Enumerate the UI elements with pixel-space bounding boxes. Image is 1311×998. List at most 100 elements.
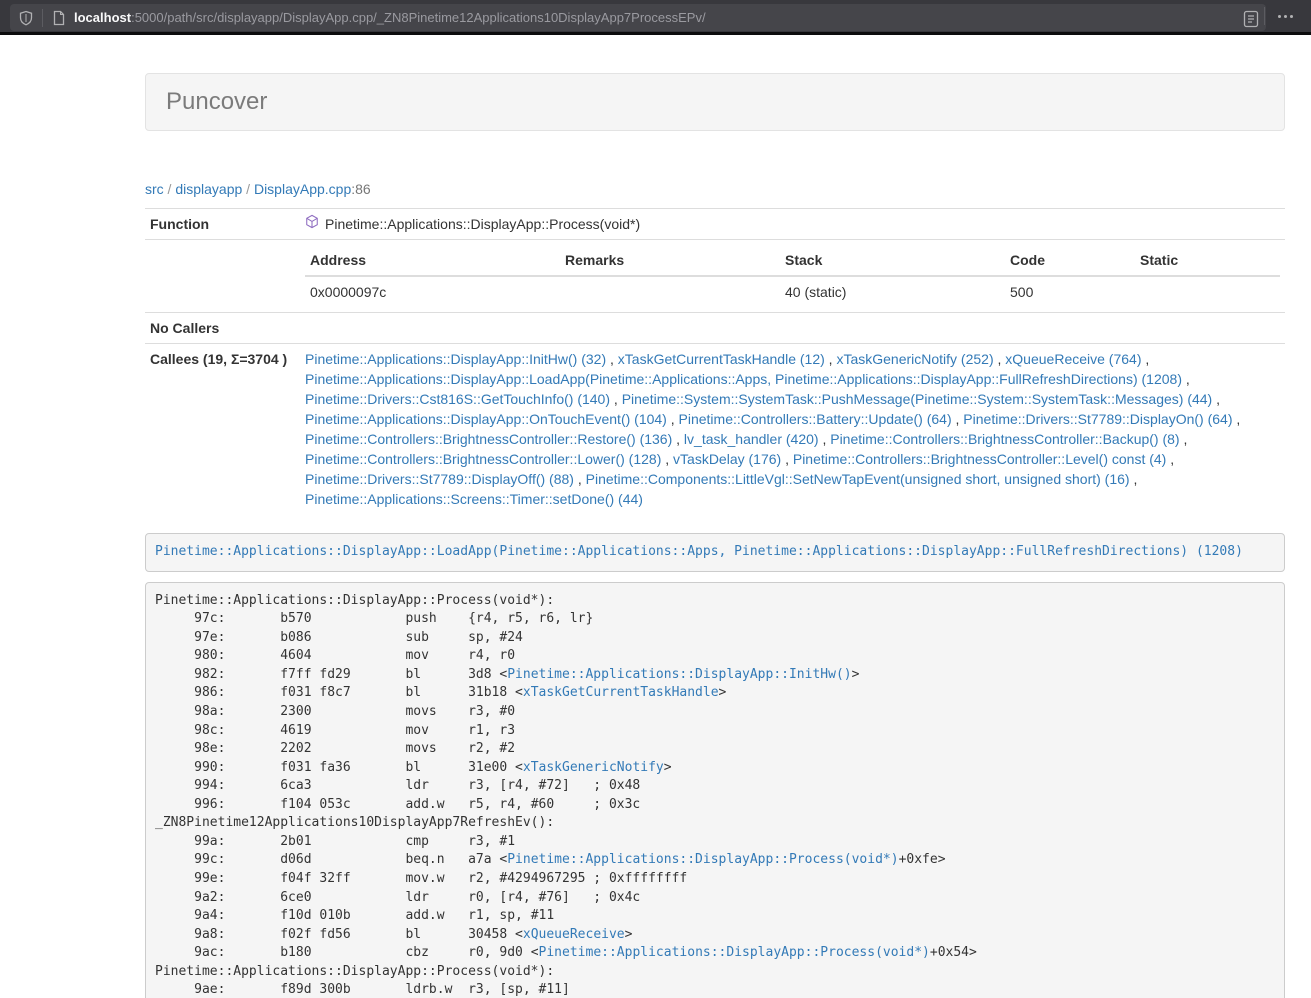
callee-link[interactable]: Pinetime::Applications::DisplayApp::OnTo… — [305, 411, 667, 427]
code-line: 98a: 2300 movs r3, #0 — [155, 703, 1275, 722]
col-code: Code — [1005, 245, 1135, 276]
code-line: 99c: d06d beq.n a7a <Pinetime::Applicati… — [155, 851, 1275, 870]
code-symbol-link[interactable]: xQueueReceive — [523, 927, 625, 942]
code-symbol-link[interactable]: Pinetime::Applications::DisplayApp::Proc… — [507, 852, 898, 867]
code-line: 9a8: f02f fd56 bl 30458 <xQueueReceive> — [155, 926, 1275, 945]
callee-link[interactable]: Pinetime::Drivers::St7789::DisplayOff() … — [305, 471, 574, 487]
callee-link[interactable]: lv_task_handler (420) — [684, 431, 819, 447]
callee-link[interactable]: xQueueReceive (764) — [1005, 351, 1141, 367]
callee-separator: , — [994, 351, 1006, 367]
callee-separator: , — [1141, 351, 1149, 367]
shield-icon[interactable] — [18, 10, 34, 26]
remarks-value — [560, 276, 780, 307]
col-stack: Stack — [780, 245, 1005, 276]
no-callers-row: No Callers — [145, 313, 1285, 344]
callee-separator: , — [819, 431, 831, 447]
code-line: 990: f031 fa36 bl 31e00 <xTaskGenericNot… — [155, 759, 1275, 778]
callee-link[interactable]: vTaskDelay (176) — [673, 451, 781, 467]
code-line: 97e: b086 sub sp, #24 — [155, 629, 1275, 648]
code-line: 986: f031 f8c7 bl 31b18 <xTaskGetCurrent… — [155, 684, 1275, 703]
col-static: Static — [1135, 245, 1280, 276]
code-line: 980: 4604 mov r4, r0 — [155, 647, 1275, 666]
reader-mode-icon[interactable] — [1242, 10, 1258, 26]
code-line: 98c: 4619 mov r1, r3 — [155, 722, 1275, 741]
disassembly-block: Pinetime::Applications::DisplayApp::Proc… — [145, 582, 1285, 998]
callee-link[interactable]: Pinetime::Controllers::Battery::Update()… — [679, 411, 952, 427]
code-symbol-link[interactable]: Pinetime::Applications::DisplayApp::Init… — [507, 667, 851, 682]
code-symbol-link[interactable]: Pinetime::Applications::DisplayApp::Proc… — [539, 945, 930, 960]
url-host: localhost — [74, 10, 131, 25]
function-name-text: Pinetime::Applications::DisplayApp::Proc… — [325, 214, 640, 234]
largest-symbol-link[interactable]: Pinetime::Applications::DisplayApp::Load… — [155, 544, 1243, 559]
menu-ellipsis-icon[interactable] — [1278, 15, 1293, 18]
stack-value: 40 (static) — [780, 276, 1005, 307]
callee-link[interactable]: Pinetime::Controllers::BrightnessControl… — [830, 431, 1179, 447]
callee-separator: , — [1212, 391, 1220, 407]
breadcrumb-separator: / — [242, 181, 254, 197]
code-line: 97c: b570 push {r4, r5, r6, lr} — [155, 610, 1275, 629]
breadcrumb: src / displayapp / DisplayApp.cpp:86 — [145, 179, 1285, 199]
callee-link[interactable]: Pinetime::System::SystemTask::PushMessag… — [622, 391, 1213, 407]
callee-link[interactable]: xTaskGetCurrentTaskHandle (12) — [618, 351, 825, 367]
code-line: 9ae: f89d 300b ldrb.w r3, [sp, #11] — [155, 981, 1275, 998]
callee-separator: , — [1130, 471, 1138, 487]
callees-label: Callees (19, Σ=3704 ) — [145, 344, 300, 515]
url-path: :5000/path/src/displayapp/DisplayApp.cpp… — [131, 10, 706, 25]
callee-link[interactable]: Pinetime::Drivers::Cst816S::GetTouchInfo… — [305, 391, 610, 407]
breadcrumb-separator: / — [164, 181, 176, 197]
breadcrumb-line-number: :86 — [351, 181, 370, 197]
callee-separator: , — [610, 391, 622, 407]
function-name: Pinetime::Applications::DisplayApp::Proc… — [305, 214, 640, 234]
callee-separator: , — [781, 451, 793, 467]
brand-link[interactable]: Puncover — [166, 88, 267, 115]
callee-separator: , — [661, 451, 673, 467]
callees-list: Pinetime::Applications::DisplayApp::Init… — [300, 344, 1285, 515]
callee-separator: , — [606, 351, 618, 367]
code-line: 99e: f04f 32ff mov.w r2, #4294967295 ; 0… — [155, 870, 1275, 889]
callee-separator: , — [1166, 451, 1174, 467]
callee-separator: , — [1180, 431, 1188, 447]
url-text[interactable]: localhost:5000/path/src/displayapp/Displ… — [74, 10, 1242, 25]
callee-link[interactable]: Pinetime::Applications::Screens::Timer::… — [305, 491, 643, 507]
urlbar-divider — [42, 9, 43, 27]
code-symbol-link[interactable]: xTaskGetCurrentTaskHandle — [523, 685, 719, 700]
symbol-cube-icon — [305, 214, 319, 234]
callee-link[interactable]: Pinetime::Controllers::BrightnessControl… — [305, 451, 661, 467]
col-address: Address — [305, 245, 560, 276]
toolbar-divider — [1264, 7, 1265, 25]
no-callers-label: No Callers — [145, 313, 300, 344]
code-line: 982: f7ff fd29 bl 3d8 <Pinetime::Applica… — [155, 666, 1275, 685]
callee-link[interactable]: Pinetime::Applications::DisplayApp::Load… — [305, 371, 1182, 387]
code-line: 9a4: f10d 010b add.w r1, sp, #11 — [155, 907, 1275, 926]
callee-link[interactable]: Pinetime::Applications::DisplayApp::Init… — [305, 351, 606, 367]
address-bar[interactable]: localhost:5000/path/src/displayapp/Displ… — [10, 4, 1266, 31]
browser-toolbar: localhost:5000/path/src/displayapp/Displ… — [0, 0, 1311, 35]
code-line: Pinetime::Applications::DisplayApp::Proc… — [155, 592, 1275, 611]
address-value: 0x0000097c — [305, 276, 560, 307]
metrics-row: Address Remarks Stack Code Static 0x0000… — [145, 240, 1285, 313]
largest-symbol-banner: Pinetime::Applications::DisplayApp::Load… — [145, 533, 1285, 572]
function-label: Function — [145, 209, 300, 240]
breadcrumb-link[interactable]: src — [145, 181, 164, 197]
callee-link[interactable]: xTaskGenericNotify (252) — [836, 351, 993, 367]
code-symbol-link[interactable]: xTaskGenericNotify — [523, 760, 664, 775]
callee-separator: , — [825, 351, 837, 367]
page-content: Puncover src / displayapp / DisplayApp.c… — [145, 73, 1285, 998]
callee-separator: , — [1233, 411, 1241, 427]
code-line: Pinetime::Applications::DisplayApp::Proc… — [155, 963, 1275, 982]
callee-separator: , — [574, 471, 586, 487]
breadcrumb-link[interactable]: displayapp — [175, 181, 242, 197]
callee-link[interactable]: Pinetime::Controllers::BrightnessControl… — [305, 431, 672, 447]
callees-row: Callees (19, Σ=3704 ) Pinetime::Applicat… — [145, 344, 1285, 515]
metrics-table: Address Remarks Stack Code Static 0x0000… — [305, 245, 1280, 307]
callee-link[interactable]: Pinetime::Drivers::St7789::DisplayOn() (… — [963, 411, 1232, 427]
code-line: 996: f104 053c add.w r5, r4, #60 ; 0x3c — [155, 796, 1275, 815]
callee-link[interactable]: Pinetime::Controllers::BrightnessControl… — [793, 451, 1166, 467]
metrics-values-row: 0x0000097c 40 (static) 500 — [305, 276, 1280, 307]
static-value — [1135, 276, 1280, 307]
col-remarks: Remarks — [560, 245, 780, 276]
callee-link[interactable]: Pinetime::Components::LittleVgl::SetNewT… — [586, 471, 1130, 487]
brand-banner: Puncover — [145, 73, 1285, 131]
breadcrumb-link[interactable]: DisplayApp.cpp — [254, 181, 351, 197]
callee-separator: , — [1182, 371, 1190, 387]
